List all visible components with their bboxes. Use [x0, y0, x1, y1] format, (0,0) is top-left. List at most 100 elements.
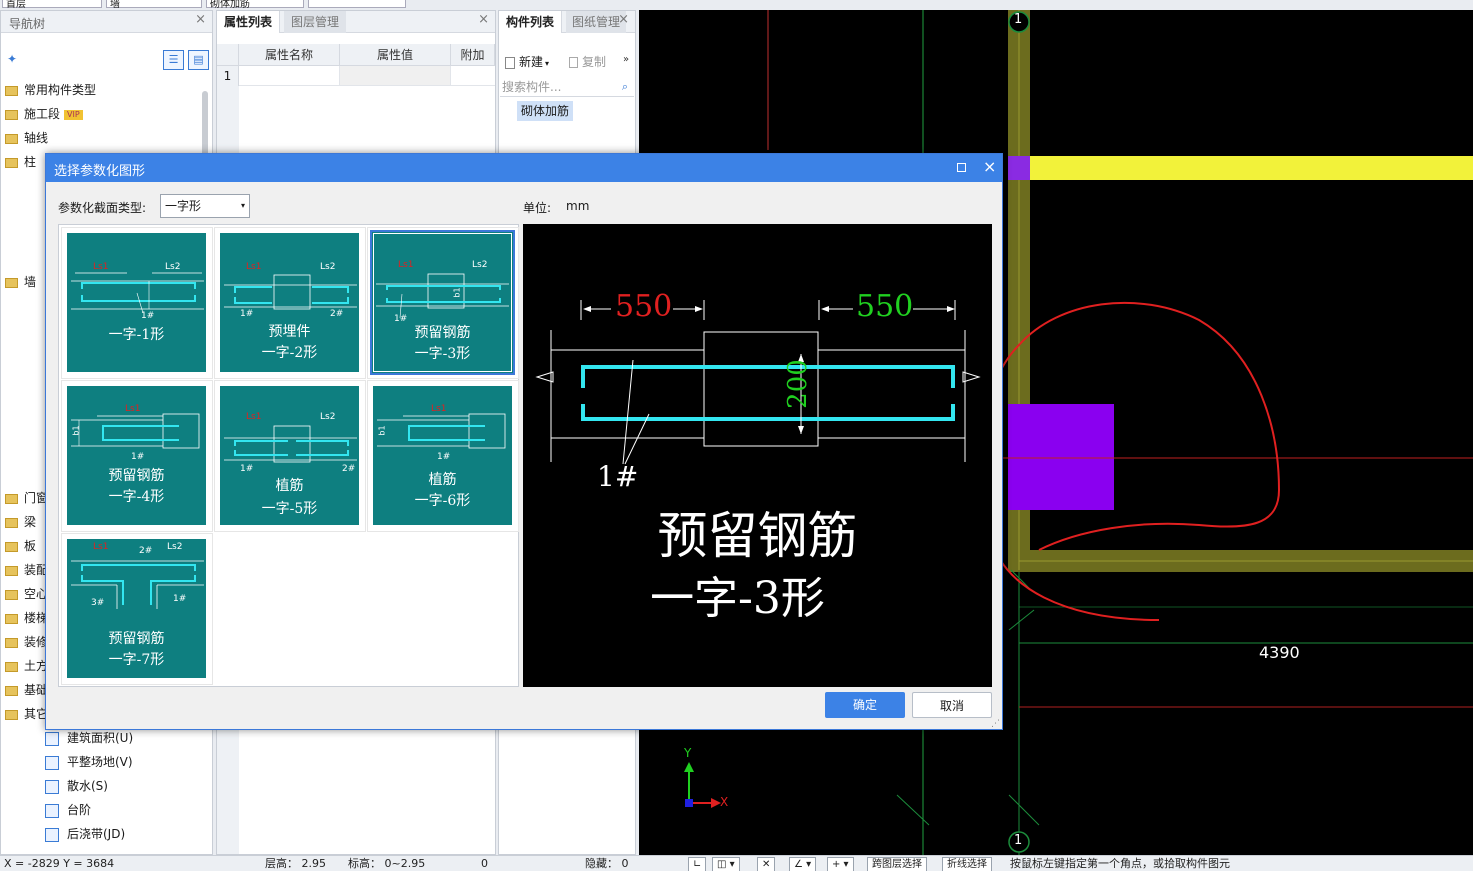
nav-tree-header: 导航树 × [1, 11, 212, 33]
shape-thumb-3[interactable]: Ls1 Ls2 b1 1# 预留钢筋 一字-3形 [370, 230, 515, 375]
vip-badge: VIP [64, 109, 83, 120]
close-icon[interactable]: × [195, 12, 206, 27]
tree-item-hollow[interactable]: 空心 [5, 582, 48, 606]
purple-column [1008, 404, 1114, 510]
tree-item-wall[interactable]: 墙 [5, 270, 36, 294]
ortho-toggle[interactable]: ∟ [688, 857, 707, 871]
mark-rebar-1: 1# [131, 452, 145, 462]
tree-item-door-window[interactable]: 门窗 [5, 486, 48, 510]
tree-item-beam[interactable]: 梁 [5, 510, 36, 534]
property-name-cell[interactable] [239, 66, 340, 86]
list-view-icon[interactable]: ☰ [163, 50, 184, 70]
tree-item-section[interactable]: 施工段 VIP [5, 102, 83, 126]
coordinates: X = -2829 Y = 3684 [4, 857, 115, 870]
mark-rebar-1: 1# [240, 464, 254, 474]
category-select[interactable]: 墙 [106, 0, 202, 10]
pin-icon[interactable]: ✦ [7, 52, 17, 66]
ok-button[interactable]: 确定 [825, 692, 905, 718]
folder-icon [5, 685, 18, 696]
tree-item-axis[interactable]: 轴线 [5, 126, 48, 150]
tree-item-common[interactable]: 常用构件类型 [5, 78, 96, 102]
polyline-select[interactable]: 折线选择 [942, 857, 992, 871]
shape-thumb-6[interactable]: Ls1 b1 1# 植筋 一字-6形 [372, 385, 513, 526]
elevation: 标高： 0~2.95 [348, 857, 426, 870]
preview-title-2: 一字-3形 [650, 573, 825, 624]
tree-item-other[interactable]: 其它 [5, 702, 48, 726]
tick-2 [896, 794, 930, 826]
maximize-icon[interactable] [957, 163, 966, 172]
search-placeholder: 搜索构件... [502, 80, 562, 94]
mark-rebar-1: 1# [240, 309, 254, 319]
shape-thumb-5[interactable]: Ls1 Ls2 1# 2# 植筋 一字-5形 [219, 385, 360, 526]
tree-item-apron[interactable]: 散水(S) [45, 774, 108, 798]
new-button-label: 新建 [519, 55, 544, 69]
top-toolbar: 首层 墙 砌体加筋 [0, 0, 639, 10]
cancel-button[interactable]: 取消 [912, 692, 992, 718]
mark-ls2: Ls2 [472, 260, 488, 270]
section-type-label: 参数化截面类型: [58, 201, 147, 215]
row-number: 1 [217, 66, 239, 86]
component-search-input[interactable]: 搜索构件... ⌕ [500, 77, 634, 97]
more-icon[interactable]: » [623, 54, 629, 65]
cross-layer-select[interactable]: 跨图层选择 [867, 857, 927, 871]
floor-height: 层高： 2.95 [265, 857, 326, 870]
property-value-cell[interactable] [340, 66, 451, 86]
shape-1-diagram [71, 272, 204, 314]
tab-drawing-management[interactable]: 图纸管理 [566, 11, 627, 33]
mark-b1: b1 [377, 425, 387, 436]
shape-thumb-2[interactable]: Ls1 Ls2 1# 2# 预埋件 一字-2形 [219, 232, 360, 373]
tree-item-stair[interactable]: 楼梯 [5, 606, 48, 630]
tab-property-list[interactable]: 属性列表 [217, 11, 281, 33]
tab-component-list[interactable]: 构件列表 [499, 11, 563, 33]
shape-3-label-1: 预留钢筋 [414, 325, 471, 341]
column-header-extra: 附加 [451, 44, 495, 66]
shape-6-label-2: 一字-6形 [414, 493, 471, 509]
tree-item-post-pour[interactable]: 后浇带(JD) [45, 822, 125, 846]
shape-thumb-1[interactable]: Ls1 Ls2 1# 一字-1形 [66, 232, 207, 373]
nav-tree-title: 导航树 [9, 17, 46, 31]
axis-label-top: 1 [1014, 12, 1023, 27]
close-icon[interactable]: × [618, 12, 629, 27]
extra-select[interactable] [308, 0, 406, 8]
section-type-select[interactable]: 一字形 ▾ [160, 194, 250, 218]
copy-icon [569, 57, 578, 68]
shape-2-label-2: 一字-2形 [261, 345, 318, 361]
shape-thumb-4[interactable]: Ls1 b1 1# 预留钢筋 一字-4形 [66, 385, 207, 526]
mark-ls1: Ls1 [398, 260, 414, 270]
close-icon[interactable]: × [478, 12, 489, 27]
crosshair-toggle[interactable]: ✕ [757, 857, 776, 871]
tree-item-label: 轴线 [24, 131, 49, 145]
tree-item-site-leveling[interactable]: 平整场地(V) [45, 750, 133, 774]
tree-item-column[interactable]: 柱 [5, 150, 36, 174]
tab-layer-management[interactable]: 图层管理 [284, 11, 347, 33]
search-icon[interactable]: ⌕ [622, 77, 628, 97]
close-icon[interactable]: × [983, 157, 996, 176]
tree-item-earthwork[interactable]: 土方 [5, 654, 48, 678]
chevron-down-icon: ▾ [240, 201, 245, 210]
angle-toggle[interactable]: ∠ ▾ [789, 857, 817, 871]
folder-icon [5, 589, 18, 600]
tree-item-slab[interactable]: 板 [5, 534, 36, 558]
purple-joint [1008, 156, 1030, 180]
component-item-selected[interactable]: 砌体加筋 [517, 101, 574, 121]
detail-view-icon[interactable]: ▤ [188, 50, 209, 70]
tree-item-foundation[interactable]: 基础 [5, 678, 48, 702]
tree-item-prefab[interactable]: 装配 [5, 558, 48, 582]
floor-select[interactable]: 首层 [2, 0, 102, 10]
mark-ls2: Ls2 [167, 542, 183, 552]
folder-icon [5, 613, 18, 624]
copy-button[interactable]: 复制 [569, 53, 606, 71]
tree-item-decoration[interactable]: 装修 [5, 630, 48, 654]
tree-item-label: 墙 [24, 275, 37, 289]
tree-item-steps[interactable]: 台阶 [45, 798, 91, 822]
resize-grip-icon[interactable]: ⋰ [991, 719, 1000, 729]
origin-marker [685, 799, 693, 807]
snap-toggle[interactable]: ◫ ▾ [712, 857, 740, 871]
add-toggle[interactable]: + ▾ [827, 857, 854, 871]
component-select[interactable]: 砌体加筋 [206, 0, 304, 10]
property-grid: 属性名称 属性值 附加 1 [217, 44, 495, 86]
new-button[interactable]: 新建 ▾ [505, 53, 549, 71]
steps-icon [45, 803, 59, 818]
property-extra-cell[interactable] [451, 66, 495, 86]
shape-thumb-7[interactable]: Ls1 Ls2 2# 3# 1# 预留钢筋 一字-7形 [66, 538, 207, 679]
